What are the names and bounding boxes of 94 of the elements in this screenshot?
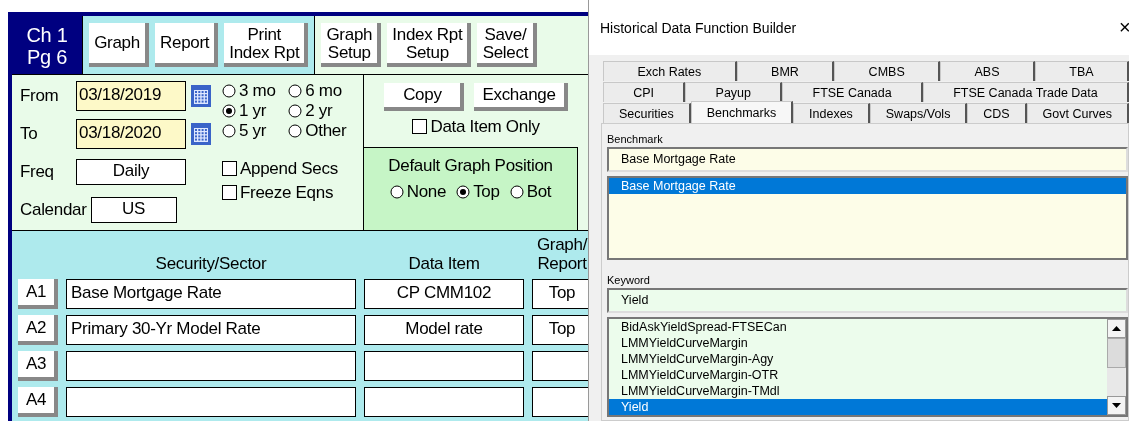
radio-button[interactable] xyxy=(509,184,524,199)
field-label: Benchmark xyxy=(607,133,664,145)
scroll-down-icon[interactable] xyxy=(1112,403,1121,408)
option-label: 5 yr xyxy=(239,120,267,141)
position-field[interactable] xyxy=(532,387,588,417)
radio-button[interactable] xyxy=(222,83,236,98)
keyword-field[interactable]: Yield xyxy=(607,288,1128,313)
checkbox[interactable] xyxy=(222,161,237,177)
page-label: Ch 1 Pg 6 xyxy=(25,23,69,70)
field-label: Freq xyxy=(20,161,55,182)
tab[interactable]: Securities xyxy=(603,103,691,123)
frequency-field[interactable]: Daily xyxy=(76,158,186,185)
data-item-field[interactable]: Model rate xyxy=(364,315,524,345)
option-label: 1 yr xyxy=(239,100,267,121)
list-item[interactable]: Yield xyxy=(609,399,1107,415)
list-item[interactable]: LMMYieldCurveMargin-Agy xyxy=(609,351,1107,367)
field-label: From xyxy=(20,85,60,106)
calendar-field[interactable]: US xyxy=(90,196,177,223)
column-header: Data Item xyxy=(407,254,481,273)
scrollbar[interactable] xyxy=(1107,319,1126,415)
tab[interactable]: BMR xyxy=(736,61,835,81)
option-label: 6 mo xyxy=(305,80,342,101)
list-item[interactable]: LMMYieldCurveMargin xyxy=(609,335,1107,351)
toolbar-button[interactable]: Save/ Select xyxy=(477,22,538,67)
benchmark-field[interactable]: Base Mortgage Rate xyxy=(607,147,1128,172)
toolbar-button[interactable]: Index Rpt Setup xyxy=(387,22,472,67)
data-item-field[interactable] xyxy=(364,387,524,417)
checkbox[interactable] xyxy=(412,119,428,135)
action-button[interactable]: Exchange xyxy=(474,82,568,111)
radio-button[interactable] xyxy=(456,184,471,199)
list-item[interactable]: LMMYieldCurveMargin-TMdl xyxy=(609,383,1107,399)
option-label: None xyxy=(406,181,447,202)
tab[interactable]: Payup xyxy=(685,82,783,102)
tab[interactable]: Benchmarks xyxy=(690,101,794,123)
security-field[interactable]: Primary 30-Yr Model Rate xyxy=(66,315,356,345)
calendar-icon[interactable] xyxy=(190,83,212,108)
dialog-title: Historical Data Function Builder xyxy=(600,19,797,36)
column-header: Security/Sector xyxy=(154,254,268,273)
date-field[interactable]: 03/18/2020 xyxy=(76,118,186,149)
data-item-field[interactable]: CP CMM102 xyxy=(364,279,524,309)
row-button[interactable]: A3 xyxy=(18,351,58,381)
column-header: Graph/ Report xyxy=(535,235,588,273)
data-item-field[interactable] xyxy=(364,351,524,381)
date-field[interactable]: 03/18/2019 xyxy=(76,80,186,111)
list-item[interactable]: Base Mortgage Rate xyxy=(609,178,1126,194)
tab[interactable]: FTSE Canada Trade Data xyxy=(922,82,1129,102)
toolbar-button[interactable]: Graph xyxy=(89,22,149,67)
position-field[interactable] xyxy=(532,351,588,381)
list-item[interactable]: BidAskYieldSpread-FTSECan xyxy=(609,319,1107,335)
tab[interactable]: CDS xyxy=(967,103,1027,123)
radio-button[interactable] xyxy=(222,123,236,138)
tab[interactable]: Swaps/Vols xyxy=(869,103,968,123)
row-button[interactable]: A1 xyxy=(18,279,58,309)
option-label: Append Secs xyxy=(240,158,338,179)
action-button[interactable]: Copy xyxy=(384,82,465,111)
scroll-up-icon[interactable] xyxy=(1112,326,1121,331)
row-button[interactable]: A4 xyxy=(18,387,58,417)
tab[interactable]: Govt Curves xyxy=(1026,103,1129,123)
option-label: Data Item Only xyxy=(430,116,540,137)
option-label: 2 yr xyxy=(305,100,333,121)
position-field[interactable]: Top xyxy=(532,315,588,345)
tab[interactable]: CMBS xyxy=(834,61,941,81)
option-label: Top xyxy=(473,181,500,202)
field-label: To xyxy=(20,123,39,144)
list-item[interactable]: LMMYieldCurveMargin-OTR xyxy=(609,367,1107,383)
option-label: Bot xyxy=(526,181,552,202)
tab[interactable]: CPI xyxy=(603,82,686,102)
toolbar-button[interactable]: Print Index Rpt xyxy=(224,22,309,67)
tab[interactable]: FTSE Canada xyxy=(782,82,923,102)
tab[interactable]: TBA xyxy=(1034,61,1129,81)
security-field[interactable] xyxy=(66,351,356,381)
radio-button[interactable] xyxy=(288,83,303,98)
option-label: Other xyxy=(305,120,347,141)
calendar-icon[interactable] xyxy=(190,121,212,146)
close-button[interactable]: × xyxy=(1119,16,1129,39)
security-field[interactable] xyxy=(66,387,356,417)
option-label: 3 mo xyxy=(239,80,276,101)
toolbar-button[interactable]: Graph Setup xyxy=(321,22,382,67)
radio-button[interactable] xyxy=(288,103,303,118)
field-label: Keyword xyxy=(607,274,651,286)
radio-button[interactable] xyxy=(389,184,404,199)
checkbox[interactable] xyxy=(222,185,237,201)
radio-button[interactable] xyxy=(288,123,303,138)
position-field[interactable]: Top xyxy=(532,279,588,309)
option-label: Freeze Eqns xyxy=(240,182,334,203)
tab[interactable]: Exch Rates xyxy=(603,61,737,81)
row-button[interactable]: A2 xyxy=(18,315,58,345)
security-field[interactable]: Base Mortgage Rate xyxy=(66,279,356,309)
field-label: Calendar xyxy=(20,199,87,220)
tab[interactable]: ABS xyxy=(940,61,1035,81)
panel-title: Default Graph Position xyxy=(388,155,553,176)
tab[interactable]: Indexes xyxy=(793,103,870,123)
toolbar-button[interactable]: Report xyxy=(155,22,219,67)
radio-button[interactable] xyxy=(222,103,236,118)
